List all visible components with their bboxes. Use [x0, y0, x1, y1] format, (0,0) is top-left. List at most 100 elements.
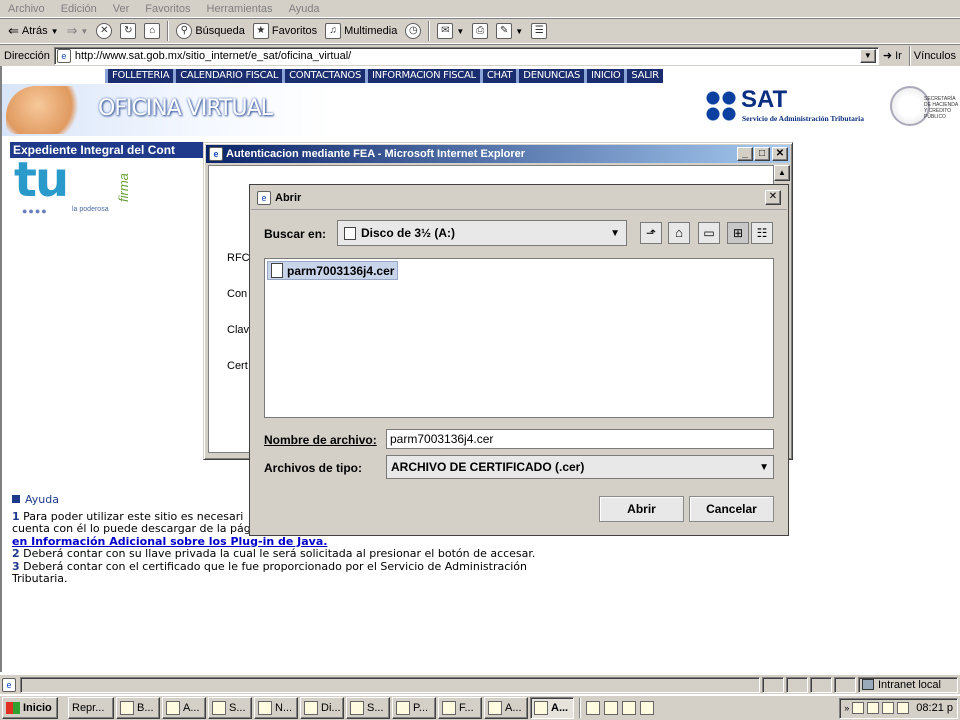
mail-launch-icon[interactable]: [622, 701, 636, 715]
file-list[interactable]: parm7003136j4.cer: [264, 258, 774, 418]
back-button[interactable]: ⇐ Atrás ▼: [4, 21, 63, 41]
file-item[interactable]: parm7003136j4.cer: [267, 261, 399, 280]
mail-icon: ✉: [437, 23, 454, 39]
menu-ayuda[interactable]: Ayuda: [281, 0, 328, 17]
filetype-select[interactable]: ARCHIVO DE CERTIFICADO (.cer) ▼: [386, 455, 774, 479]
site-nav: FOLLETERIA CALENDARIO FISCAL CONTACTANOS IN…: [105, 69, 663, 83]
filename-input[interactable]: parm7003136j4.cer: [386, 429, 774, 449]
chevron-down-icon: ▼: [759, 461, 769, 473]
address-url: http://www.sat.gob.mx/sitio_internet/e_s…: [74, 49, 352, 62]
chevron-down-icon: ▼: [610, 227, 620, 239]
search-button[interactable]: ⚲ Búsqueda: [172, 21, 249, 41]
nav-denuncias[interactable]: DENUNCIAS: [516, 69, 584, 83]
task-button[interactable]: A...: [484, 697, 528, 719]
filename-label: Nombre de archivo:: [264, 433, 377, 447]
task-button[interactable]: F...: [438, 697, 482, 719]
go-button[interactable]: ➜ Ir: [879, 46, 906, 66]
logo-dots: ●●●●: [22, 206, 48, 216]
media-launch-icon[interactable]: [640, 701, 654, 715]
task-button[interactable]: A...: [162, 697, 206, 719]
favorites-button[interactable]: ★ Favoritos: [249, 21, 321, 41]
menu-herramientas[interactable]: Herramientas: [199, 0, 281, 17]
page-icon: e: [56, 48, 71, 63]
ie-icon: e: [209, 147, 223, 161]
address-dropdown-button[interactable]: ▼: [859, 48, 876, 63]
sat-logo: SAT Servicio de Administración Tributari…: [705, 86, 895, 128]
tray-expand-icon[interactable]: »: [844, 703, 849, 713]
open-dialog: e Abrir ✕ Buscar en: Disco de 3½ (A:) ▼ …: [249, 184, 789, 536]
address-bar: Dirección e http://www.sat.gob.mx/sitio_…: [0, 44, 960, 66]
task-button[interactable]: N...: [254, 697, 298, 719]
system-tray: » 08:21 p: [839, 697, 958, 719]
lookin-label: Buscar en:: [264, 227, 327, 241]
help-title: Ayuda: [25, 493, 59, 506]
network-tray-icon[interactable]: [852, 702, 865, 714]
discuss-icon: ☰: [531, 23, 548, 39]
edit-button[interactable]: ✎ ▼: [492, 21, 527, 41]
help-item-3-line2: Tributaria.: [12, 572, 68, 585]
status-text: [20, 676, 760, 693]
display-tray-icon[interactable]: [882, 702, 895, 714]
up-folder-button[interactable]: ⬏: [640, 222, 662, 244]
dropdown-arrow-icon: ▼: [515, 26, 524, 36]
forward-button[interactable]: ⇒ ▼: [63, 21, 93, 41]
app-icon: [304, 701, 318, 715]
scroll-up-button[interactable]: ▲: [774, 165, 790, 181]
discuss-button[interactable]: ☰: [527, 21, 551, 41]
multimedia-button[interactable]: ♫ Multimedia: [321, 21, 401, 41]
file-icon: [271, 263, 283, 278]
nav-informacion-fiscal[interactable]: INFORMACION FISCAL: [365, 69, 480, 83]
antivirus-tray-icon[interactable]: [867, 702, 880, 714]
links-label[interactable]: Vínculos: [914, 50, 956, 62]
nav-salir[interactable]: SALIR: [624, 69, 662, 83]
task-button-active[interactable]: A...: [530, 697, 574, 719]
task-button[interactable]: P...: [392, 697, 436, 719]
refresh-button[interactable]: ↻: [116, 21, 140, 41]
volume-tray-icon[interactable]: [897, 702, 910, 714]
task-button[interactable]: Repr...: [68, 697, 114, 719]
maximize-button[interactable]: □: [754, 147, 770, 161]
tu-tagline: la poderosa: [72, 206, 109, 213]
mail-button[interactable]: ✉ ▼: [433, 21, 468, 41]
menu-archivo[interactable]: Archivo: [0, 0, 53, 17]
ie-launch-icon[interactable]: [604, 701, 618, 715]
taskbar: Inicio Repr... B... A... S... N... Di...…: [0, 695, 960, 720]
app-icon: [396, 701, 410, 715]
history-button[interactable]: ◷: [401, 21, 425, 41]
menu-edicion[interactable]: Edición: [53, 0, 105, 17]
home-button[interactable]: ⌂: [140, 21, 164, 41]
minimize-button[interactable]: _: [737, 147, 753, 161]
dialog-close-button[interactable]: ✕: [765, 190, 781, 205]
cancel-button[interactable]: Cancelar: [689, 496, 774, 522]
show-desktop-icon[interactable]: [586, 701, 600, 715]
list-view-button[interactable]: ⊞: [727, 222, 749, 244]
nav-contactanos[interactable]: CONTACTANOS: [282, 69, 365, 83]
fea-label-cert: Cert: [227, 360, 248, 372]
print-button[interactable]: ⎙: [468, 21, 492, 41]
nav-folleteria[interactable]: FOLLETERIA: [105, 69, 173, 83]
home-folder-button[interactable]: ⌂: [668, 222, 690, 244]
menu-ver[interactable]: Ver: [105, 0, 138, 17]
hand-graphic: [6, 86, 86, 134]
menu-favoritos[interactable]: Favoritos: [137, 0, 198, 17]
start-button[interactable]: Inicio: [2, 697, 58, 719]
filetype-label: Archivos de tipo:: [264, 461, 363, 475]
nav-chat[interactable]: CHAT: [479, 69, 516, 83]
address-input[interactable]: e http://www.sat.gob.mx/sitio_internet/e…: [53, 46, 879, 65]
lookin-value: Disco de 3½ (A:): [361, 226, 456, 240]
clock[interactable]: 08:21 p: [916, 702, 953, 714]
nav-inicio[interactable]: INICIO: [584, 69, 624, 83]
task-button[interactable]: S...: [346, 697, 390, 719]
open-button[interactable]: Abrir: [599, 496, 684, 522]
details-view-button[interactable]: ☷: [751, 222, 773, 244]
task-button[interactable]: B...: [116, 697, 160, 719]
close-button[interactable]: ✕: [772, 147, 788, 161]
nav-calendario-fiscal[interactable]: CALENDARIO FISCAL: [173, 69, 282, 83]
app-icon: [258, 701, 272, 715]
new-folder-button[interactable]: ▭: [698, 222, 720, 244]
lookin-select[interactable]: Disco de 3½ (A:) ▼: [337, 220, 627, 246]
stop-button[interactable]: ✕: [92, 21, 116, 41]
task-button[interactable]: Di...: [300, 697, 344, 719]
menu-bar: Archivo Edición Ver Favoritos Herramientas Ay…: [0, 0, 960, 18]
task-button[interactable]: S...: [208, 697, 252, 719]
